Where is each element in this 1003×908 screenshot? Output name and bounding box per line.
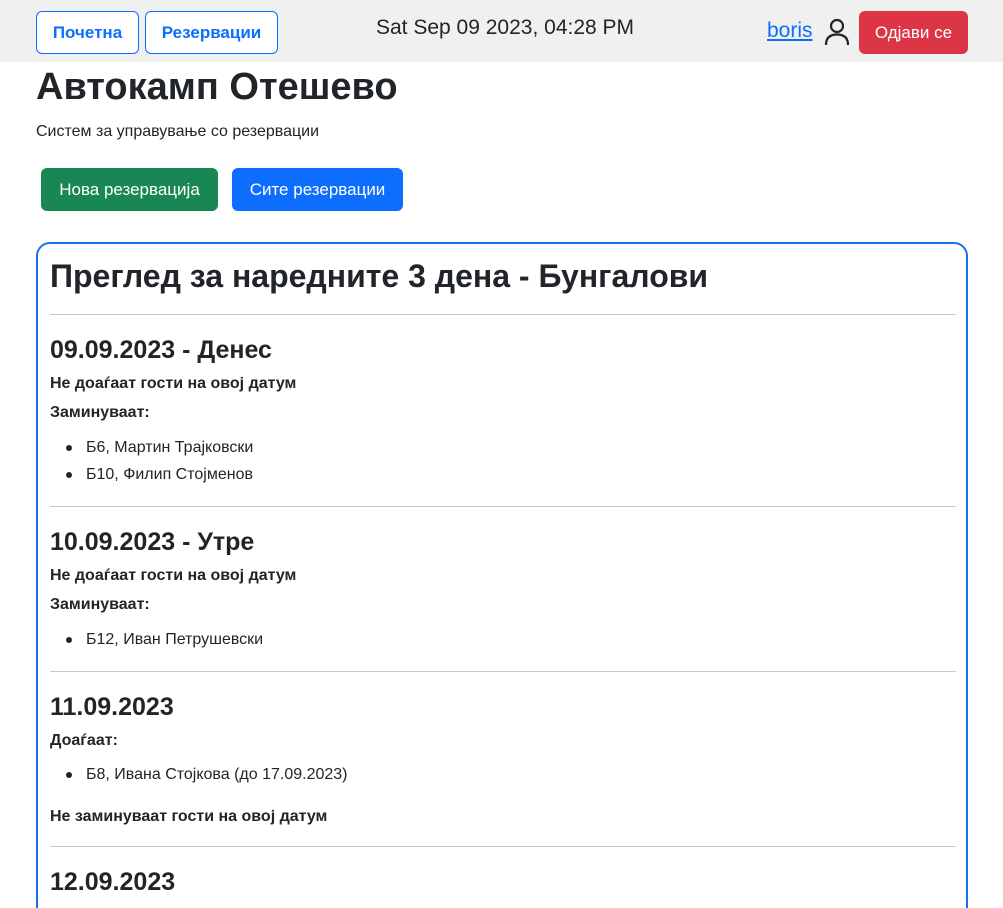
day-title: 09.09.2023 - Денес: [50, 336, 272, 364]
overview-panel: Преглед за наредните 3 дена - Бунгалови …: [36, 242, 968, 908]
page-subtitle: Систем за управување со резервации: [36, 123, 320, 140]
arrivals-text: Не доаѓаат гости на овој датум: [50, 567, 297, 584]
top-navbar: Почетна Резервации Sat Sep 09 2023, 04:2…: [0, 0, 1003, 62]
divider: [50, 671, 956, 672]
user-icon: [824, 18, 850, 46]
departures-label: Заминуваат:: [50, 596, 150, 613]
day-title: 12.09.2023: [50, 868, 176, 896]
reservations-button[interactable]: Резервации: [145, 11, 278, 54]
list-item: Б6, Мартин Трајковски: [66, 437, 253, 464]
current-datetime: Sat Sep 09 2023, 04:28 PM: [376, 16, 635, 39]
departures-list: Б12, Иван Петрушевски: [66, 629, 263, 656]
arrivals-text: Не доаѓаат гости на овој датум: [50, 375, 297, 392]
divider: [50, 506, 956, 507]
divider: [50, 314, 956, 315]
all-reservations-button[interactable]: Сите резервации: [232, 168, 403, 211]
username-link[interactable]: boris: [767, 19, 813, 43]
overview-title: Преглед за наредните 3 дена - Бунгалови: [50, 258, 709, 294]
departures-label: Заминуваат:: [50, 404, 150, 421]
home-button[interactable]: Почетна: [36, 11, 139, 54]
list-item: Б12, Иван Петрушевски: [66, 629, 263, 656]
day-title: 10.09.2023 - Утре: [50, 528, 255, 556]
page-title: Автокамп Отешево: [36, 66, 398, 108]
arrivals-list: Б8, Ивана Стојкова (до 17.09.2023): [66, 764, 348, 791]
day-title: 11.09.2023: [50, 693, 174, 721]
departures-list: Б6, Мартин Трајковски Б10, Филип Стојмен…: [66, 437, 253, 491]
new-reservation-button[interactable]: Нова резервација: [41, 168, 218, 211]
arrivals-label: Доаѓаат:: [50, 732, 118, 749]
departures-text: Не заминуваат гости на овој датум: [50, 808, 328, 825]
list-item: Б8, Ивана Стојкова (до 17.09.2023): [66, 764, 348, 791]
list-item: Б10, Филип Стојменов: [66, 464, 253, 491]
logout-button[interactable]: Одјави се: [859, 11, 968, 54]
divider: [50, 846, 956, 847]
